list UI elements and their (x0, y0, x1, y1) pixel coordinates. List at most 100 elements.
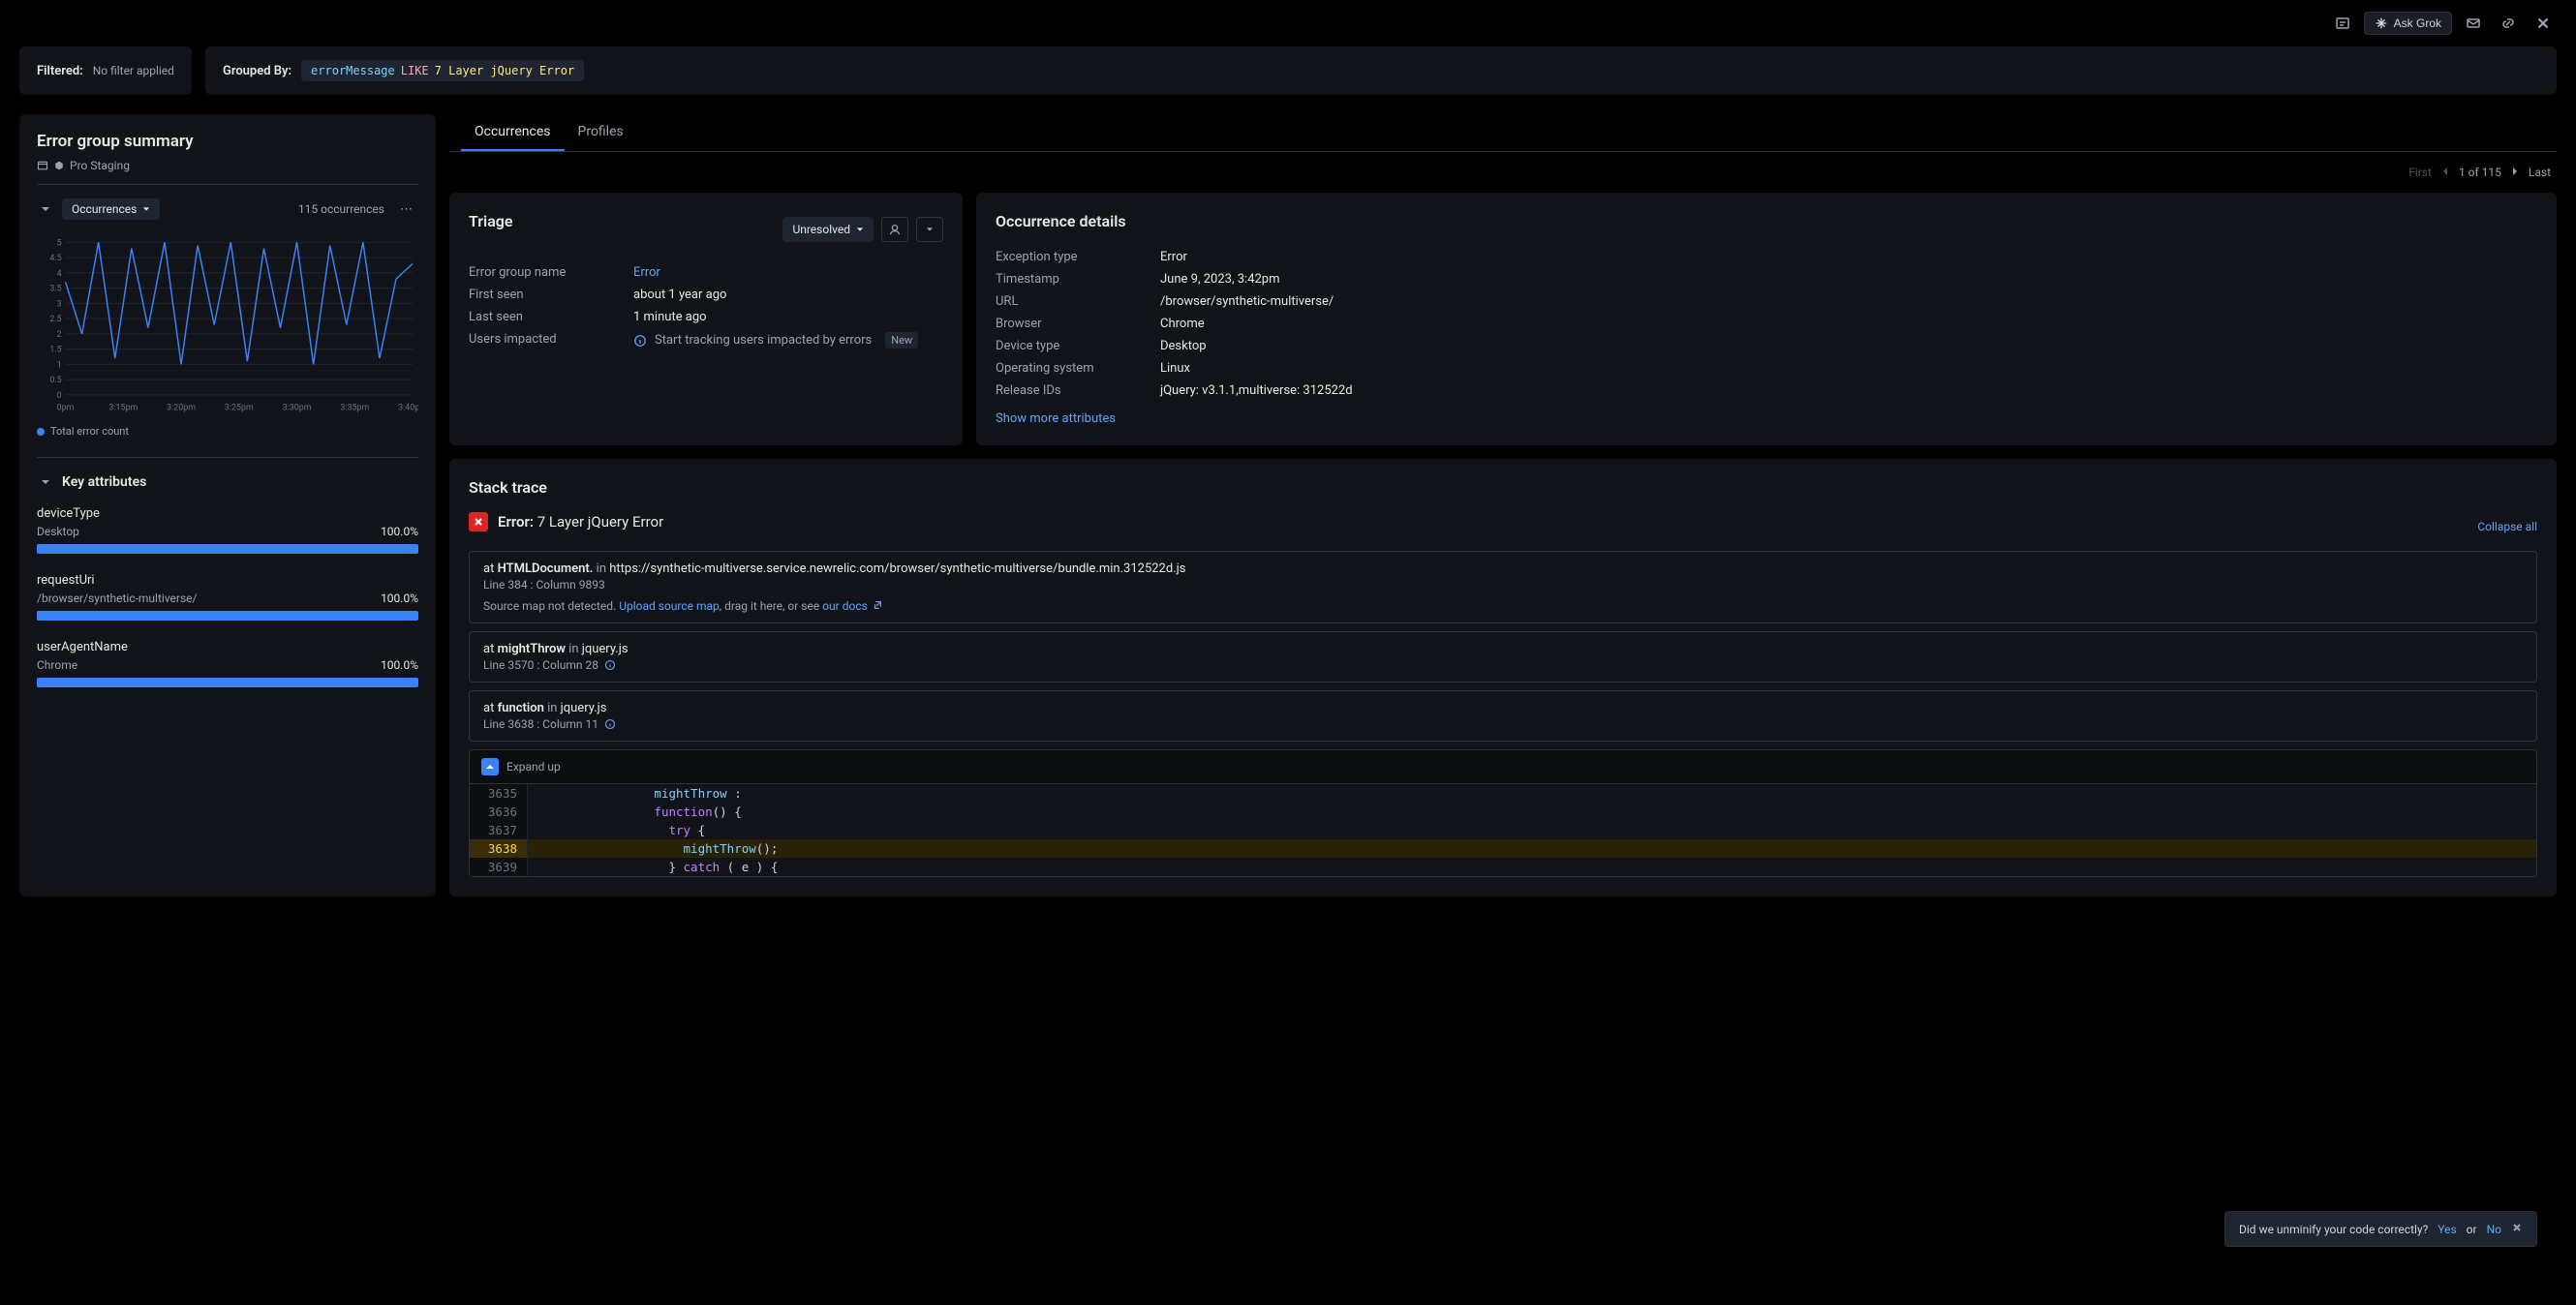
toast-yes-link[interactable]: Yes (2438, 1223, 2456, 1236)
pager-prev-icon[interactable] (2441, 166, 2449, 179)
cards-row: Triage Unresolved E (449, 193, 2557, 445)
details-value: June 9, 2023, 3:42pm (1160, 272, 2537, 287)
link-icon[interactable] (2495, 10, 2522, 37)
pager-first[interactable]: First (2408, 166, 2432, 179)
svg-text:3:30pm: 3:30pm (283, 404, 312, 413)
code-text: function() { (528, 803, 2536, 821)
code-block: 3635 mightThrow :3636 function() {3637 t… (469, 784, 2537, 877)
ask-grok-label: Ask Grok (2394, 16, 2441, 30)
details-row: Browser Chrome (996, 313, 2537, 335)
attr-bar (37, 678, 418, 687)
status-label: Unresolved (792, 223, 850, 236)
frame-location: at function in jquery.js (483, 701, 2523, 715)
pager-last[interactable]: Last (2529, 166, 2551, 179)
details-row: URL /browser/synthetic-multiverse/ (996, 290, 2537, 313)
tab-occurrences[interactable]: Occurrences (461, 114, 565, 151)
svg-text:2: 2 (57, 330, 62, 340)
app-icon (37, 160, 48, 171)
chevron-down-icon (142, 205, 150, 213)
svg-text:0: 0 (57, 391, 62, 401)
svg-text:1.5: 1.5 (49, 346, 61, 355)
code-line: 3636 function() { (470, 803, 2536, 821)
collapse-attrs-icon[interactable] (37, 473, 54, 491)
code-text: mightThrow(); (528, 839, 2536, 858)
toast-or: or (2467, 1223, 2477, 1236)
env-row: Pro Staging (37, 159, 418, 185)
toast-no-link[interactable]: No (2487, 1223, 2501, 1236)
topbar: Ask Grok (0, 0, 2576, 46)
svg-text:0.5: 0.5 (49, 376, 61, 385)
query-icon[interactable] (2329, 10, 2356, 37)
svg-text:3:40pm: 3:40pm (398, 404, 418, 413)
stack-frame[interactable]: at function in jquery.js Line 3638 : Col… (469, 690, 2537, 742)
assign-dropdown-icon[interactable] (916, 217, 943, 242)
code-line: 3638 mightThrow(); (470, 839, 2536, 858)
external-link-icon (873, 600, 882, 610)
info-icon[interactable] (604, 659, 616, 671)
info-icon[interactable] (604, 718, 616, 730)
triage-key: Error group name (469, 265, 633, 280)
right-panel: Occurrences Profiles First 1 of 115 Last… (449, 114, 2557, 896)
pager-next-icon[interactable] (2511, 166, 2519, 179)
status-dropdown[interactable]: Unresolved (782, 217, 874, 242)
expand-up-button[interactable]: Expand up (469, 749, 2537, 784)
attr-bar (37, 611, 418, 621)
show-more-link[interactable]: Show more attributes (996, 411, 1116, 426)
attribute-block: userAgentName Chrome 100.0% (37, 640, 418, 687)
occurrences-dropdown[interactable]: Occurrences (62, 198, 160, 220)
filtered-box[interactable]: Filtered: No filter applied (19, 46, 192, 95)
details-value: Error (1160, 250, 2537, 264)
summary-panel: Error group summary Pro Staging Occurren… (19, 114, 436, 896)
occurrences-header: Occurrences 115 occurrences ⋯ (37, 198, 418, 220)
details-key: URL (996, 294, 1160, 309)
svg-text:0pm: 0pm (57, 404, 75, 413)
details-card: Occurrence details Exception type Error … (976, 193, 2557, 445)
legend-dot-icon (37, 428, 45, 436)
users-impacted-msg: Start tracking users impacted by errors (655, 333, 872, 348)
details-value: /browser/synthetic-multiverse/ (1160, 294, 2537, 309)
triage-title: Triage (469, 212, 513, 230)
triage-row: First seen about 1 year ago (469, 284, 943, 306)
docs-link[interactable]: our docs (822, 599, 868, 613)
users-impacted-value: Start tracking users impacted by errors … (633, 332, 943, 349)
collapse-all-link[interactable]: Collapse all (2477, 520, 2537, 533)
tab-profiles[interactable]: Profiles (565, 114, 637, 151)
new-badge: New (885, 332, 918, 349)
details-row: Release IDs jQuery: v3.1.1,multiverse: 3… (996, 379, 2537, 402)
chevron-down-icon (856, 226, 864, 233)
ask-grok-button[interactable]: Ask Grok (2364, 12, 2452, 35)
frame-location: at HTMLDocument. in https://synthetic-mu… (483, 561, 2523, 576)
filtered-label: Filtered: (37, 64, 83, 78)
grouped-by-box[interactable]: Grouped By: errorMessage LIKE 7 Layer jQ… (205, 46, 2557, 95)
details-key: Exception type (996, 250, 1160, 264)
svg-text:5: 5 (57, 238, 62, 248)
code-text: try { (528, 821, 2536, 839)
details-value: jQuery: v3.1.1,multiverse: 312522d (1160, 383, 2537, 398)
attribute-block: requestUri /browser/synthetic-multiverse… (37, 573, 418, 621)
details-value: Chrome (1160, 317, 2537, 331)
upload-sourcemap-link[interactable]: Upload source map (619, 599, 720, 613)
svg-text:4.5: 4.5 (49, 254, 61, 263)
details-row: Timestamp June 9, 2023, 3:42pm (996, 268, 2537, 290)
details-row: Exception type Error (996, 246, 2537, 268)
users-impacted-label: Users impacted (469, 332, 633, 349)
stack-frame[interactable]: at mightThrow in jquery.js Line 3570 : C… (469, 631, 2537, 683)
more-menu-icon[interactable]: ⋯ (394, 202, 418, 217)
svg-text:3:20pm: 3:20pm (167, 404, 196, 413)
frame-line: Line 384 : Column 9893 (483, 578, 2523, 592)
line-number: 3635 (470, 784, 528, 803)
attr-bar (37, 544, 418, 554)
attr-pct: 100.0% (381, 525, 418, 538)
group-chip[interactable]: errorMessage LIKE 7 Layer jQuery Error (301, 60, 584, 81)
stack-frame[interactable]: at HTMLDocument. in https://synthetic-mu… (469, 551, 2537, 623)
close-icon[interactable] (2530, 10, 2557, 37)
mail-icon[interactable] (2460, 10, 2487, 37)
triage-value[interactable]: Error (633, 265, 943, 280)
assign-user-icon[interactable] (881, 217, 908, 242)
filtered-value: No filter applied (93, 64, 174, 77)
occurrences-chart[interactable]: 00.511.522.533.544.550pm3:15pm3:20pm3:25… (37, 233, 418, 438)
triage-key: Last seen (469, 310, 633, 324)
line-number: 3638 (470, 839, 528, 858)
collapse-chart-icon[interactable] (37, 200, 54, 218)
toast-close-icon[interactable] (2511, 1222, 2523, 1236)
